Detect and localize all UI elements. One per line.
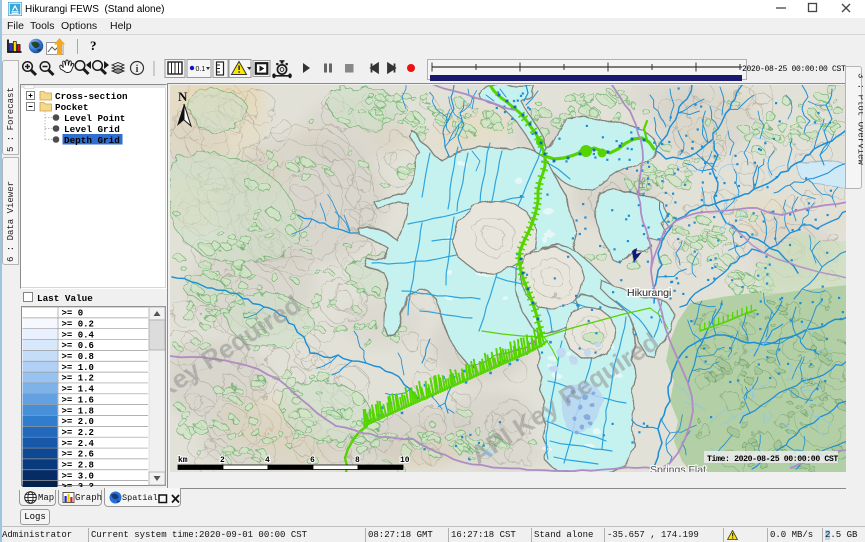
svg-text:>= 0: >= 0 (62, 309, 84, 319)
svg-text:>= 0.6: >= 0.6 (62, 341, 94, 351)
svg-text:Level Grid: Level Grid (64, 124, 120, 135)
svg-text:3 : Plot Overview: 3 : Plot Overview (856, 73, 864, 165)
svg-text:>= 2.4: >= 2.4 (62, 439, 95, 449)
svg-text:Pocket: Pocket (55, 102, 88, 113)
svg-text:>= 2.0: >= 2.0 (62, 417, 94, 427)
svg-text:Last Value: Last Value (37, 293, 93, 304)
svg-text:>= 0.8: >= 0.8 (62, 352, 94, 362)
svg-text:10: 10 (400, 456, 410, 465)
svg-text:8: 8 (355, 456, 360, 465)
svg-text:Hikurangi: Hikurangi (627, 287, 671, 299)
svg-text:i: i (136, 64, 139, 75)
svg-text:>= 3.0: >= 3.0 (62, 471, 94, 481)
svg-text:SH 1: SH 1 (637, 177, 647, 196)
svg-text:>= 3.2: >= 3.2 (62, 482, 94, 487)
svg-text:2020-08-25 00:00:00 CST: 2020-08-25 00:00:00 CST (742, 65, 846, 74)
svg-text:>= 2.2: >= 2.2 (62, 428, 94, 438)
svg-text:>= 0.2: >= 0.2 (62, 319, 94, 329)
svg-text:4: 4 (265, 456, 270, 465)
svg-text:6: 6 (310, 456, 315, 465)
svg-text:Depth Grid: Depth Grid (64, 135, 120, 146)
svg-text:Time: 2020-08-25 00:00:00 CST: Time: 2020-08-25 00:00:00 CST (707, 454, 838, 464)
svg-text:>= 1.4: >= 1.4 (62, 385, 95, 395)
svg-text:>= 1.2: >= 1.2 (62, 374, 94, 384)
svg-text:Cross-section: Cross-section (55, 91, 128, 102)
svg-text:>= 1.8: >= 1.8 (62, 406, 94, 416)
svg-text:>= 0.4: >= 0.4 (62, 330, 95, 340)
svg-text:2: 2 (220, 456, 225, 465)
svg-text:Springs Flat: Springs Flat (650, 464, 706, 472)
svg-text:>= 2.6: >= 2.6 (62, 450, 94, 460)
svg-text:km: km (178, 456, 188, 465)
svg-text:0.1: 0.1 (196, 66, 206, 73)
svg-text:>= 1.6: >= 1.6 (62, 395, 94, 405)
svg-text:>= 2.8: >= 2.8 (62, 461, 94, 471)
svg-text:>= 1.0: >= 1.0 (62, 363, 94, 373)
svg-text:N: N (178, 89, 188, 104)
svg-text:Level Point: Level Point (64, 113, 125, 124)
